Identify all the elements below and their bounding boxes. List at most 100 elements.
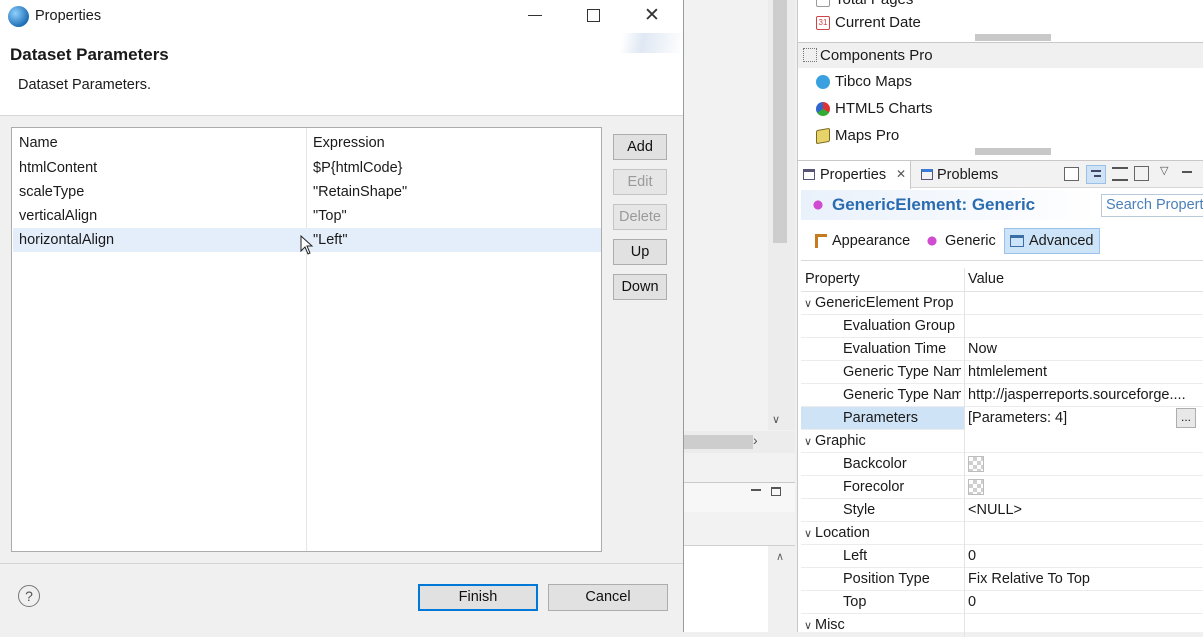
property-value[interactable]: Now: [964, 338, 1203, 361]
palette-item-label: Maps Pro: [835, 127, 900, 144]
property-row-generic-type-namespace[interactable]: Generic Type Nam http://jasperreports.so…: [801, 384, 1203, 407]
scroll-down-icon[interactable]: ∨: [772, 413, 780, 426]
down-button[interactable]: Down: [613, 274, 667, 300]
subtab-generic[interactable]: Generic: [920, 229, 1000, 254]
palette-item-tibco-maps[interactable]: Tibco Maps: [816, 70, 912, 94]
close-icon[interactable]: ✕: [644, 4, 660, 27]
maximize-icon[interactable]: [587, 9, 600, 22]
delete-button[interactable]: Delete: [613, 204, 667, 230]
dialog-titlebar[interactable]: Properties ✕: [0, 0, 683, 33]
section-label: Components Pro: [820, 47, 933, 64]
properties-icon: [803, 169, 815, 180]
sort-icon[interactable]: [1112, 167, 1128, 181]
transparent-color-swatch[interactable]: [968, 479, 984, 495]
column-header-expression[interactable]: Expression: [313, 131, 385, 155]
property-value[interactable]: [964, 315, 1203, 338]
tab-problems[interactable]: Problems: [916, 161, 1006, 189]
column-header: Value: [964, 268, 1203, 291]
group-row-misc[interactable]: ∨ Misc: [801, 614, 1203, 637]
table-row[interactable]: htmlContent $P{htmlCode}: [13, 156, 601, 180]
finish-button[interactable]: Finish: [418, 584, 538, 611]
scrollbar-thumb[interactable]: [683, 435, 753, 449]
tab-properties[interactable]: Properties ✕: [798, 161, 911, 189]
chevron-down-icon[interactable]: ∨: [801, 431, 815, 453]
minimized-panel: [683, 482, 795, 512]
palette-item-current-date[interactable]: 31 Current Date: [816, 11, 921, 35]
property-row-position-type[interactable]: Position Type Fix Relative To Top: [801, 568, 1203, 591]
maximize-icon[interactable]: [771, 487, 781, 496]
group-row-location[interactable]: ∨ Location: [801, 522, 1203, 545]
table-icon: [1010, 235, 1024, 247]
properties-dialog: Properties ✕ Dataset Parameters Dataset …: [0, 0, 684, 632]
scroll-right-icon[interactable]: ›: [753, 432, 758, 448]
add-button[interactable]: Add: [613, 134, 667, 160]
property-value[interactable]: htmlelement: [964, 361, 1203, 384]
transparent-color-swatch[interactable]: [968, 456, 984, 472]
filter-icon[interactable]: [1134, 166, 1149, 181]
scroll-up-icon[interactable]: ∧: [776, 550, 784, 563]
search-properties-input[interactable]: Search Propert: [1101, 194, 1203, 217]
property-name: Generic Type Nam: [843, 387, 961, 403]
up-button[interactable]: Up: [613, 239, 667, 265]
help-icon[interactable]: ?: [18, 585, 40, 607]
property-value[interactable]: [Parameters: 4]: [964, 407, 1203, 430]
chevron-down-icon[interactable]: ∨: [801, 615, 815, 637]
section-icon: [803, 48, 817, 62]
vertical-scrollbar[interactable]: ∧: [768, 546, 795, 633]
parameters-table[interactable]: Name Expression htmlContent $P{htmlCode}…: [11, 127, 602, 552]
group-label: Location: [815, 525, 870, 541]
property-row-top[interactable]: Top 0: [801, 591, 1203, 614]
palette-section-components-pro[interactable]: Components Pro: [798, 43, 1203, 68]
property-name: Left: [843, 548, 868, 564]
table-row[interactable]: verticalAlign "Top": [13, 204, 601, 228]
scroll-handle[interactable]: [975, 148, 1051, 155]
generic-element-icon: [811, 198, 825, 212]
vertical-scrollbar[interactable]: ∨: [768, 0, 795, 430]
new-view-icon[interactable]: [1064, 167, 1079, 181]
table-header: Name Expression: [13, 131, 601, 155]
search-placeholder: Search Propert: [1106, 197, 1203, 213]
minimize-icon[interactable]: [528, 15, 542, 16]
property-value[interactable]: Fix Relative To Top: [964, 568, 1203, 591]
property-row-evaluation-time[interactable]: Evaluation Time Now: [801, 338, 1203, 361]
palette-item-maps-pro[interactable]: Maps Pro: [816, 124, 899, 148]
view-menu-icon[interactable]: ▽: [1160, 164, 1168, 177]
group-row-generic[interactable]: ∨ GenericElement Prop: [801, 292, 1203, 315]
property-row-backcolor[interactable]: Backcolor: [801, 453, 1203, 476]
edit-parameters-button[interactable]: ...: [1176, 408, 1196, 428]
horizontal-scrollbar[interactable]: ›: [683, 431, 795, 453]
scrollbar-thumb[interactable]: [773, 0, 787, 243]
minimize-icon[interactable]: [751, 489, 761, 491]
property-row-style[interactable]: Style <NULL>: [801, 499, 1203, 522]
subtab-appearance[interactable]: Appearance: [810, 229, 915, 254]
property-row-left[interactable]: Left 0: [801, 545, 1203, 568]
chevron-down-icon[interactable]: ∨: [801, 293, 815, 315]
cancel-button[interactable]: Cancel: [548, 584, 668, 611]
minimize-icon[interactable]: [1182, 171, 1192, 173]
footer-divider: [0, 563, 683, 564]
generic-icon: [925, 234, 939, 248]
property-row-evaluation-group[interactable]: Evaluation Group: [801, 315, 1203, 338]
property-value[interactable]: http://jasperreports.sourceforge....: [964, 384, 1203, 407]
property-value[interactable]: 0: [964, 591, 1203, 614]
close-tab-icon[interactable]: ✕: [896, 167, 906, 181]
chevron-down-icon[interactable]: ∨: [801, 523, 815, 545]
subtab-advanced[interactable]: Advanced: [1004, 228, 1100, 254]
property-row-generic-type-name[interactable]: Generic Type Nam htmlelement: [801, 361, 1203, 384]
column-header-name[interactable]: Name: [19, 131, 58, 155]
table-row[interactable]: scaleType "RetainShape": [13, 180, 601, 204]
page-icon: [816, 0, 830, 7]
property-name: Style: [843, 502, 876, 518]
palette-item-html5-charts[interactable]: HTML5 Charts: [816, 97, 933, 121]
header-title: Dataset Parameters: [10, 45, 169, 64]
property-row-forecolor[interactable]: Forecolor: [801, 476, 1203, 499]
tree-layout-icon[interactable]: [1086, 165, 1106, 184]
mouse-cursor-icon: [300, 235, 314, 255]
property-value[interactable]: <NULL>: [964, 499, 1203, 522]
property-value[interactable]: 0: [964, 545, 1203, 568]
group-row-graphic[interactable]: ∨ Graphic: [801, 430, 1203, 453]
scroll-handle[interactable]: [975, 34, 1051, 41]
property-row-parameters[interactable]: Parameters [Parameters: 4] ...: [801, 407, 1203, 430]
group-label: GenericElement Prop: [815, 295, 954, 311]
edit-button[interactable]: Edit: [613, 169, 667, 195]
